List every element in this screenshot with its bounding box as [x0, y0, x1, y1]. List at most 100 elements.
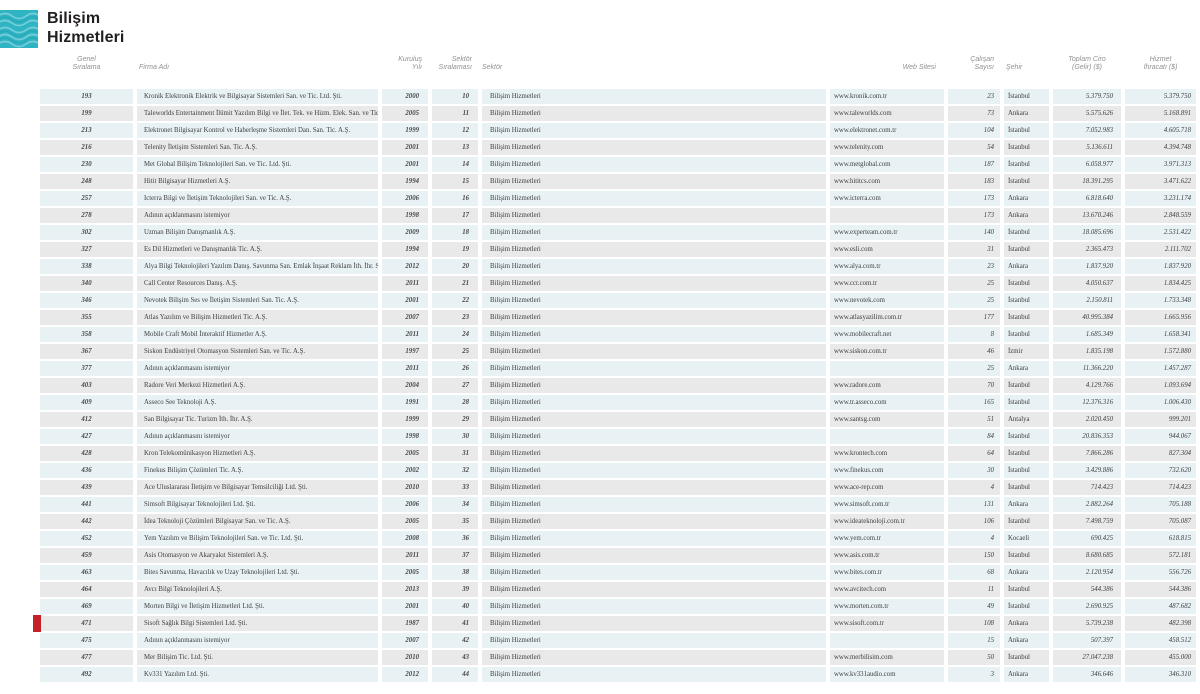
column-header-name: Firma Adı — [137, 64, 378, 72]
cell-exports: 705.087 — [1125, 514, 1196, 529]
cell-revenue: 7.052.983 — [1053, 123, 1121, 138]
table-row: 442İdea Teknoloji Çözümleri Bilgisayar S… — [40, 514, 1196, 529]
cell-year: 1999 — [382, 123, 428, 138]
cell-exports: 482.398 — [1125, 616, 1196, 631]
column-header-city: Şehir — [1004, 64, 1049, 72]
cell-exports: 705.188 — [1125, 497, 1196, 512]
cell-sector: Bilişim Hizmetleri — [482, 310, 826, 325]
table-row: 403Radore Veri Merkezi Hizmetleri A.Ş.20… — [40, 378, 1196, 393]
table-row: 367Siskon Endüstriyel Otomasyon Sistemle… — [40, 344, 1196, 359]
cell-employees: 49 — [948, 599, 1000, 614]
cell-rank: 469 — [40, 599, 133, 614]
cell-revenue: 714.423 — [1053, 480, 1121, 495]
table-row: 469Morten Bilgi ve İletişim Hizmetleri L… — [40, 599, 1196, 614]
cell-year: 2005 — [382, 106, 428, 121]
cell-revenue: 1.685.349 — [1053, 327, 1121, 342]
cell-revenue: 1.837.920 — [1053, 259, 1121, 274]
cell-website: www.sisoft.com.tr — [830, 616, 944, 631]
cell-employees: 177 — [948, 310, 1000, 325]
page-title-line1: Bilişim — [47, 10, 124, 29]
cell-year: 2001 — [382, 599, 428, 614]
cell-city: Ankara — [1004, 106, 1049, 121]
cell-name: Alya Bilgi Teknolojileri Yazılım Danış. … — [137, 259, 378, 274]
cell-rank: 441 — [40, 497, 133, 512]
cell-name: Asseco See Teknoloji A.Ş. — [137, 395, 378, 410]
cell-exports: 5.379.750 — [1125, 89, 1196, 104]
table-row: 340Call Center Resources Danış. A.Ş.2011… — [40, 276, 1196, 291]
cell-year: 2010 — [382, 650, 428, 665]
table-row: 477Mer Bilişim Tic. Ltd. Şti.201043Biliş… — [40, 650, 1196, 665]
cell-rank: 452 — [40, 531, 133, 546]
cell-sector_rank: 43 — [432, 650, 478, 665]
cell-city: Ankara — [1004, 565, 1049, 580]
cell-city: İstanbul — [1004, 429, 1049, 444]
cell-sector_rank: 25 — [432, 344, 478, 359]
cell-year: 2012 — [382, 667, 428, 682]
cell-name: Radore Veri Merkezi Hizmetleri A.Ş. — [137, 378, 378, 393]
cell-website — [830, 361, 944, 376]
table-row: 464Avcı Bilgi Teknolojileri A.Ş.201339Bi… — [40, 582, 1196, 597]
cell-name: Finekus Bilişim Çözümleri Tic. A.Ş. — [137, 463, 378, 478]
cell-sector: Bilişim Hizmetleri — [482, 327, 826, 342]
cell-revenue: 507.397 — [1053, 633, 1121, 648]
table-row: 216Telenity İletişim Sistemleri San. Tic… — [40, 140, 1196, 155]
cell-employees: 30 — [948, 463, 1000, 478]
cell-revenue: 5.739.238 — [1053, 616, 1121, 631]
cell-employees: 173 — [948, 208, 1000, 223]
cell-rank: 355 — [40, 310, 133, 325]
cell-revenue: 20.836.353 — [1053, 429, 1121, 444]
cell-name: Elektronet Bilgisayar Kontrol ve Haberle… — [137, 123, 378, 138]
cell-name: Adının açıklanmasını istemiyor — [137, 633, 378, 648]
column-header-sector_rank: Sektör Sıralaması — [432, 56, 478, 73]
cell-sector_rank: 32 — [432, 463, 478, 478]
cell-exports: 5.168.891 — [1125, 106, 1196, 121]
cell-name: Atlas Yazılım ve Bilişim Hizmetleri Tic.… — [137, 310, 378, 325]
cell-name: Adının açıklanmasını istemiyor — [137, 208, 378, 223]
cell-sector_rank: 26 — [432, 361, 478, 376]
cell-rank: 346 — [40, 293, 133, 308]
cell-employees: 25 — [948, 361, 1000, 376]
cell-revenue: 5.379.750 — [1053, 89, 1121, 104]
cell-revenue: 1.835.198 — [1053, 344, 1121, 359]
cell-year: 2011 — [382, 327, 428, 342]
cell-name: Kron Telekomünikasyon Hizmetleri A.Ş. — [137, 446, 378, 461]
cell-city: Kocaeli — [1004, 531, 1049, 546]
cell-rank: 216 — [40, 140, 133, 155]
cell-employees: 25 — [948, 293, 1000, 308]
cell-sector_rank: 17 — [432, 208, 478, 223]
cell-sector_rank: 18 — [432, 225, 478, 240]
table-row: 492Kv331 Yazılım Ltd. Şti.201244Bilişim … — [40, 667, 1196, 682]
page-title: Bilişim Hizmetleri — [47, 10, 124, 48]
cell-sector: Bilişim Hizmetleri — [482, 344, 826, 359]
cell-employees: 150 — [948, 548, 1000, 563]
cell-city: İstanbul — [1004, 327, 1049, 342]
cell-sector: Bilişim Hizmetleri — [482, 497, 826, 512]
cell-website: www.finekus.com — [830, 463, 944, 478]
cell-revenue: 7.498.759 — [1053, 514, 1121, 529]
cell-name: Avcı Bilgi Teknolojileri A.Ş. — [137, 582, 378, 597]
companies-table: Genel SıralamaFirma AdıKuruluş YılıSektö… — [40, 56, 1196, 684]
cell-year: 2011 — [382, 548, 428, 563]
table-row: 441Simsoft Bilgisayar Teknolojileri Ltd.… — [40, 497, 1196, 512]
cell-exports: 3.971.313 — [1125, 157, 1196, 172]
cell-exports: 944.067 — [1125, 429, 1196, 444]
table-body: 193Kronik Elektronik Elektrik ve Bilgisa… — [40, 89, 1196, 682]
cell-rank: 230 — [40, 157, 133, 172]
cell-city: İstanbul — [1004, 293, 1049, 308]
cell-exports: 2.531.422 — [1125, 225, 1196, 240]
cell-revenue: 4.129.766 — [1053, 378, 1121, 393]
cell-exports: 556.726 — [1125, 565, 1196, 580]
cell-website: www.krontech.com — [830, 446, 944, 461]
cell-year: 2011 — [382, 361, 428, 376]
cell-rank: 377 — [40, 361, 133, 376]
cell-website: www.telenity.com — [830, 140, 944, 155]
cell-sector: Bilişim Hizmetleri — [482, 565, 826, 580]
cell-sector: Bilişim Hizmetleri — [482, 599, 826, 614]
cell-employees: 165 — [948, 395, 1000, 410]
cell-sector_rank: 21 — [432, 276, 478, 291]
cell-sector: Bilişim Hizmetleri — [482, 667, 826, 682]
cell-year: 2001 — [382, 140, 428, 155]
cell-sector_rank: 33 — [432, 480, 478, 495]
cell-year: 1997 — [382, 344, 428, 359]
cell-year: 2012 — [382, 259, 428, 274]
